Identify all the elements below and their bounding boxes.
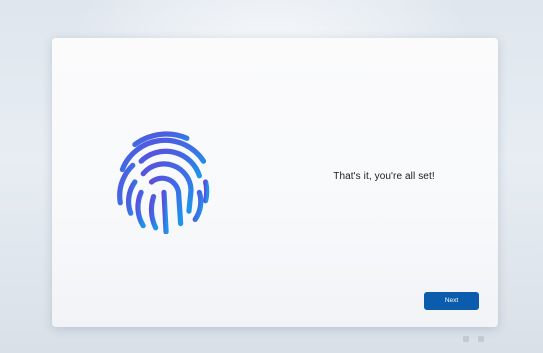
network-icon[interactable] (478, 336, 484, 342)
fingerprint-icon (112, 130, 216, 234)
next-button[interactable]: Next (424, 292, 479, 310)
oobe-screen: { "setup": { "message": "That's it, you'… (0, 0, 543, 353)
accessibility-icon[interactable] (463, 336, 469, 342)
setup-window: That's it, you're all set! Next (52, 38, 498, 327)
system-tray (463, 336, 484, 342)
completion-message: That's it, you're all set! (333, 171, 435, 182)
